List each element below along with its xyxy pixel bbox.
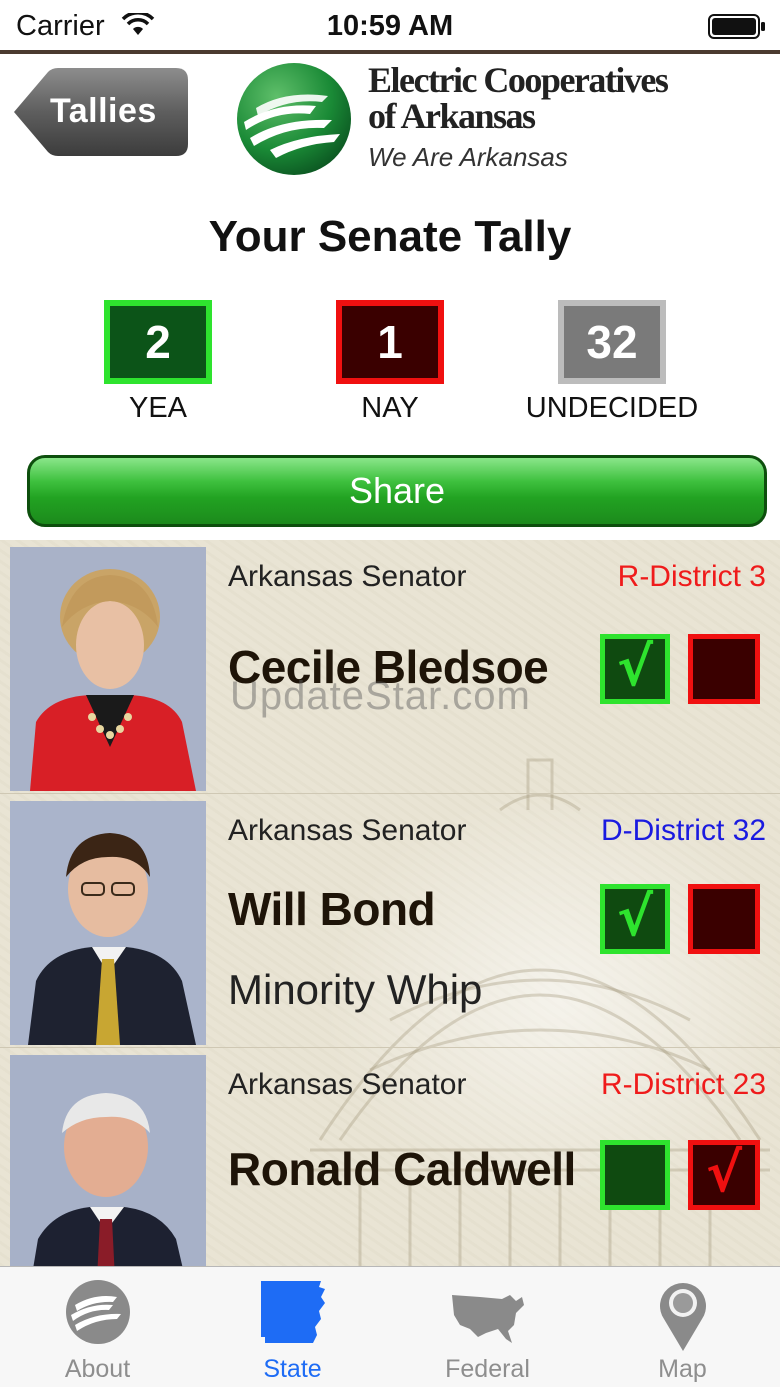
vote-yea-checkbox[interactable]: √ bbox=[600, 884, 670, 954]
tab-bar: About State Federal Map bbox=[0, 1266, 780, 1387]
checkmark-icon: √ bbox=[616, 885, 654, 948]
tab-about[interactable]: About bbox=[0, 1267, 195, 1387]
tab-label: About bbox=[64, 1355, 131, 1383]
back-button[interactable]: Tallies bbox=[12, 68, 188, 156]
senator-row[interactable]: Arkansas Senator D-District 32 Will Bond… bbox=[0, 794, 780, 1048]
tab-label: Map bbox=[658, 1355, 707, 1383]
vote-nay-checkbox[interactable] bbox=[688, 884, 760, 954]
usa-map-icon bbox=[451, 1295, 524, 1343]
vote-yea-checkbox[interactable]: √ bbox=[600, 634, 670, 704]
senator-row[interactable]: Arkansas Senator R-District 3 Cecile Ble… bbox=[0, 540, 780, 794]
brand-tagline: We Are Arkansas bbox=[368, 142, 568, 172]
yea-label: YEA bbox=[128, 392, 188, 424]
brand-name-line2: of Arkansas bbox=[368, 96, 536, 136]
senator-photo bbox=[10, 1055, 206, 1266]
checkmark-icon: √ bbox=[616, 635, 654, 698]
arkansas-map-icon bbox=[260, 1281, 325, 1343]
clock: 10:59 AM bbox=[326, 10, 454, 42]
senator-row[interactable]: Arkansas Senator R-District 23 Ronald Ca… bbox=[0, 1048, 780, 1266]
tab-label: Federal bbox=[445, 1355, 530, 1383]
senator-name: Ronald Caldwell bbox=[228, 1143, 576, 1195]
page-title: Your Senate Tally bbox=[208, 212, 572, 261]
co-op-logo-icon bbox=[65, 1280, 130, 1344]
tab-label: State bbox=[263, 1355, 322, 1383]
senator-role: Arkansas Senator bbox=[228, 1068, 467, 1101]
undecided-count-box: 32 bbox=[558, 300, 666, 384]
senator-photo bbox=[10, 801, 206, 1045]
senator-role: Arkansas Senator bbox=[228, 814, 467, 847]
senator-district: R-District 3 bbox=[617, 560, 766, 593]
header-divider bbox=[0, 50, 780, 54]
checkmark-icon: √ bbox=[705, 1141, 743, 1204]
tab-state[interactable]: State bbox=[195, 1267, 390, 1387]
senator-list[interactable]: Arkansas Senator R-District 3 Cecile Ble… bbox=[0, 540, 780, 1266]
undecided-label: UNDECIDED bbox=[525, 392, 699, 424]
battery-icon bbox=[708, 14, 765, 39]
vote-nay-checkbox[interactable] bbox=[688, 634, 760, 704]
map-pin-icon bbox=[659, 1283, 706, 1351]
nay-label: NAY bbox=[361, 392, 419, 424]
senator-name: Will Bond bbox=[228, 883, 436, 935]
share-button[interactable]: Share bbox=[27, 455, 767, 527]
tab-federal[interactable]: Federal bbox=[390, 1267, 585, 1387]
back-button-label: Tallies bbox=[50, 92, 157, 130]
senator-role: Arkansas Senator bbox=[228, 560, 467, 593]
nay-count-box: 1 bbox=[336, 300, 444, 384]
brand-name-line1: Electric Cooperatives bbox=[368, 60, 669, 100]
senator-district: R-District 23 bbox=[600, 1068, 766, 1101]
co-op-logo-icon bbox=[237, 63, 351, 175]
tab-map[interactable]: Map bbox=[585, 1267, 780, 1387]
senator-district: D-District 32 bbox=[600, 814, 766, 847]
watermark: UpdateStar.com bbox=[230, 674, 531, 718]
vote-nay-checkbox[interactable]: √ bbox=[688, 1140, 760, 1210]
yea-count-box: 2 bbox=[104, 300, 212, 384]
status-bar: Carrier 10:59 AM bbox=[0, 0, 780, 50]
senator-title: Minority Whip bbox=[228, 966, 483, 1013]
vote-yea-checkbox[interactable] bbox=[600, 1140, 670, 1210]
senator-photo bbox=[10, 547, 206, 791]
